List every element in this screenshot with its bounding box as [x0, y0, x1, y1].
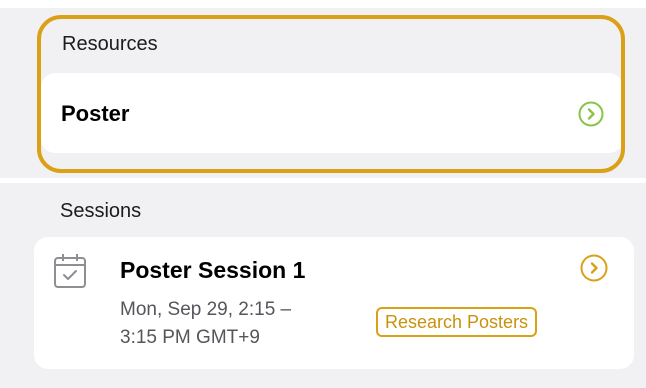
chevron-right-circle-icon[interactable]	[580, 254, 608, 282]
session-time: Mon, Sep 29, 2:15 – 3:15 PM GMT+9	[120, 299, 292, 348]
selection-highlight	[37, 15, 625, 173]
calendar-check-icon	[54, 254, 86, 288]
session-tag[interactable]: Research Posters	[376, 307, 538, 337]
sessions-heading: Sessions	[60, 200, 142, 222]
session-title: Poster Session 1	[120, 257, 306, 283]
session-item[interactable]: Poster Session 1 Mon, Sep 29, 2:15 – 3:1…	[34, 237, 634, 369]
